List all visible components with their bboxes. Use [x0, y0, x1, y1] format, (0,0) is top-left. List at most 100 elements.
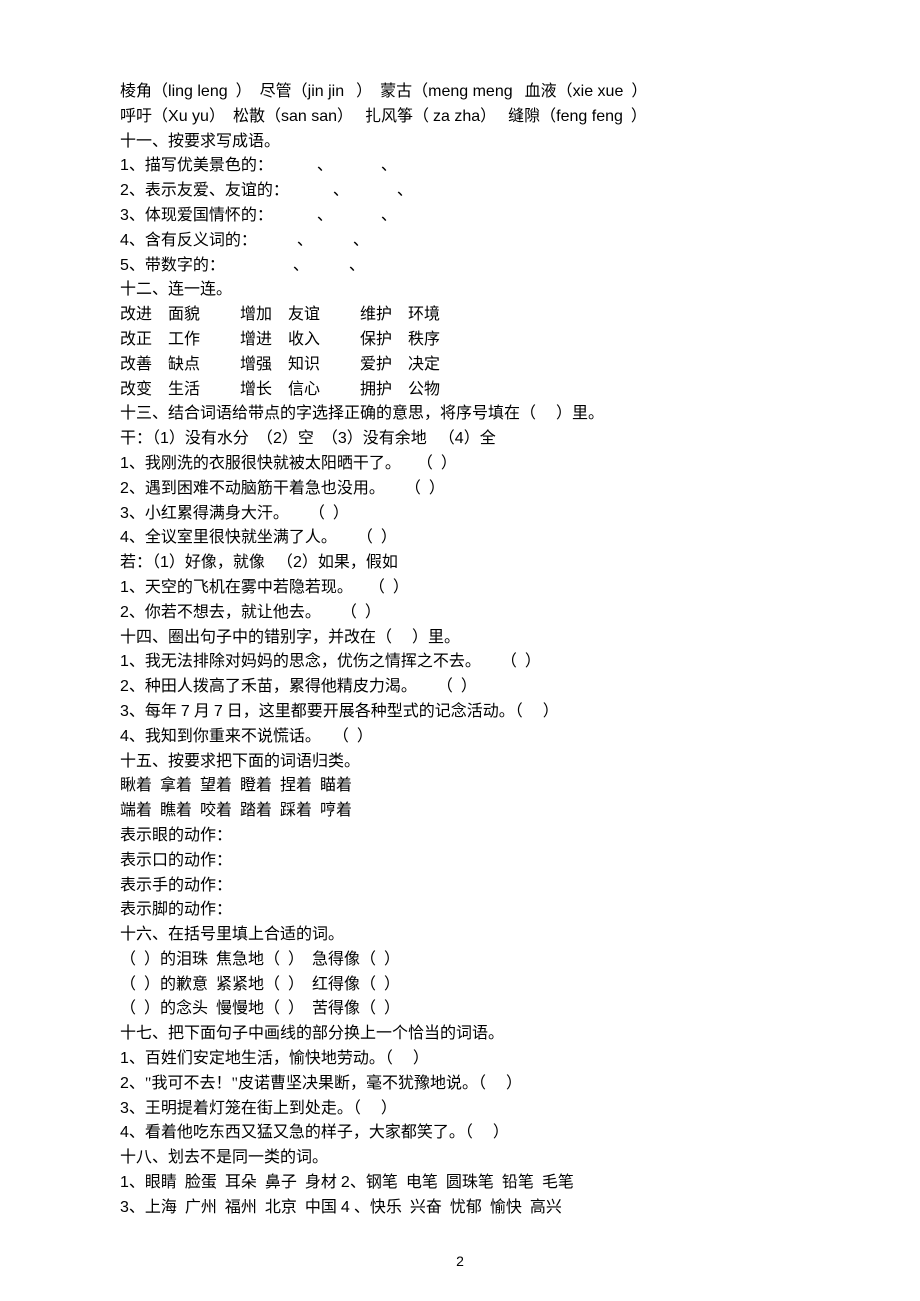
text-line: 棱角（ling leng ） 尽管（jin jin ） 蒙古（meng meng…	[120, 80, 800, 105]
number: 7	[214, 703, 223, 720]
text: 棱角（	[120, 83, 168, 100]
number: 4	[455, 430, 464, 447]
text: 、上海 广州 福州 北京 中国	[129, 1199, 341, 1216]
definition-line: 若：（1）好像，就像 （2）如果，假如	[120, 551, 800, 576]
text: 、遇到困难不动脑筋干着急也没用。 （ ）	[129, 480, 445, 497]
text: ） 尽管（	[228, 83, 308, 100]
text: 、眼睛 脸蛋 耳朵 鼻子 身材	[129, 1174, 341, 1191]
list-item: 2、种田人拨高了禾苗，累得他精皮力渴。 （ ）	[120, 675, 800, 700]
number: 3	[120, 1100, 129, 1117]
text: 、百姓们安定地生活，愉快地劳动。（ ）	[129, 1050, 429, 1067]
number: 1	[160, 430, 169, 447]
number: 1	[120, 1050, 129, 1067]
text: 若：（	[120, 554, 160, 571]
text: 、我刚洗的衣服很快就被太阳晒干了。 （ ）	[129, 455, 457, 472]
text: 月	[190, 703, 214, 720]
list-item: 3、小红累得满身大汗。 （ ）	[120, 502, 800, 527]
number: 1	[120, 455, 129, 472]
list-item: 4、看着他吃东西又猛又急的样子，大家都笑了。（ ）	[120, 1121, 800, 1146]
text: ）全	[464, 430, 496, 447]
text: ）	[623, 108, 647, 125]
section-heading: 十八、划去不是同一类的词。	[120, 1146, 800, 1171]
text: 、钢笔 电笔 圆珠笔 铅笔 毛笔	[350, 1174, 574, 1191]
text: 、天空的飞机在雾中若隐若现。 （ ）	[129, 579, 409, 596]
number: 1	[120, 1174, 129, 1191]
number: 4	[120, 1124, 129, 1141]
list-item: 5、带数字的： 、 、	[120, 254, 800, 279]
text: 、我无法排除对妈妈的思念，优伤之情挥之不去。 （ ）	[129, 653, 541, 670]
text: ）没有余地 （	[347, 430, 455, 447]
list-item: 3、体现爱国情怀的： 、 、	[120, 204, 800, 229]
text: 、描写优美景色的： 、 、	[129, 157, 397, 174]
number: 2	[120, 604, 129, 621]
number: 2	[273, 430, 282, 447]
number: 2	[120, 1075, 129, 1092]
section-heading: 十七、把下面句子中画线的部分换上一个恰当的词语。	[120, 1022, 800, 1047]
text: 、表示友爱、友谊的： 、 、	[129, 182, 413, 199]
definition-line: 干：（1）没有水分 （2）空 （3）没有余地 （4）全	[120, 427, 800, 452]
list-item: 4、含有反义词的： 、 、	[120, 229, 800, 254]
text: 、种田人拨高了禾苗，累得他精皮力渴。 （ ）	[129, 678, 477, 695]
fill-line: （ ）的歉意 紧紧地（ ） 红得像（ ）	[120, 973, 800, 998]
text: ）	[623, 83, 647, 100]
text: ）如果，假如	[302, 554, 398, 571]
number: 3	[120, 207, 129, 224]
text: ）空 （	[282, 430, 338, 447]
number: 4	[120, 232, 129, 249]
number: 1	[120, 579, 129, 596]
pinyin: san san	[281, 108, 337, 125]
pinyin: jin jin	[308, 83, 344, 100]
list-item: 2、表示友爱、友谊的： 、 、	[120, 179, 800, 204]
number: 2	[120, 678, 129, 695]
text: 干：（	[120, 430, 160, 447]
list-item: 1、我刚洗的衣服很快就被太阳晒干了。 （ ）	[120, 452, 800, 477]
list-item: 2、你若不想去，就让他去。 （ ）	[120, 601, 800, 626]
number: 1	[160, 554, 169, 571]
match-row: 改正 工作 增进 收入 保护 秩序	[120, 328, 800, 353]
list-item: 1、天空的飞机在雾中若隐若现。 （ ）	[120, 576, 800, 601]
pinyin: ling leng	[168, 83, 228, 100]
section-heading: 十五、按要求把下面的词语归类。	[120, 750, 800, 775]
number: 4	[120, 529, 129, 546]
category-line: 表示脚的动作：	[120, 898, 800, 923]
list-item: 1、百姓们安定地生活，愉快地劳动。（ ）	[120, 1047, 800, 1072]
word-row: 瞅着 拿着 望着 瞪着 捏着 瞄着	[120, 774, 800, 799]
list-item: 1、眼睛 脸蛋 耳朵 鼻子 身材 2、钢笔 电笔 圆珠笔 铅笔 毛笔	[120, 1171, 800, 1196]
section-heading: 十六、在括号里填上合适的词。	[120, 923, 800, 948]
text: ） 蒙古（	[344, 83, 428, 100]
list-item: 3、上海 广州 福州 北京 中国 4 、快乐 兴奋 忧郁 愉快 高兴	[120, 1196, 800, 1221]
number: 1	[120, 653, 129, 670]
text: 、体现爱国情怀的： 、 、	[129, 207, 397, 224]
pinyin: xie xue	[573, 83, 624, 100]
text: 呼吁（	[120, 108, 168, 125]
section-heading: 十四、圈出句子中的错别字，并改在（ ）里。	[120, 626, 800, 651]
match-row: 改进 面貌 增加 友谊 维护 环境	[120, 303, 800, 328]
number: 2	[293, 554, 302, 571]
number: 3	[120, 505, 129, 522]
number: 4	[120, 728, 129, 745]
category-line: 表示口的动作：	[120, 849, 800, 874]
text-line: 呼吁（Xu yu） 松散（san san） 扎风筝（ za zha） 缝隙（fe…	[120, 105, 800, 130]
text: 、每年	[129, 703, 181, 720]
number: 2	[120, 480, 129, 497]
list-item: 4、我知到你重来不说慌话。 （ ）	[120, 725, 800, 750]
pinyin: meng meng	[428, 83, 513, 100]
text: ） 松散（	[209, 108, 281, 125]
word-row: 端着 瞧着 咬着 踏着 踩着 哼着	[120, 799, 800, 824]
pinyin: za zha	[433, 108, 480, 125]
text: 、小红累得满身大汗。 （ ）	[129, 505, 349, 522]
section-heading: 十一、按要求写成语。	[120, 130, 800, 155]
document-page: 棱角（ling leng ） 尽管（jin jin ） 蒙古（meng meng…	[0, 0, 920, 1301]
text: 、我知到你重来不说慌话。 （ ）	[129, 728, 373, 745]
text: 、你若不想去，就让他去。 （ ）	[129, 604, 381, 621]
fill-line: （ ）的念头 慢慢地（ ） 苦得像（ ）	[120, 997, 800, 1022]
number: 5	[120, 257, 129, 274]
match-row: 改善 缺点 增强 知识 爱护 决定	[120, 353, 800, 378]
list-item: 2、"我可不去！"皮诺曹坚决果断，毫不犹豫地说。（ ）	[120, 1072, 800, 1097]
number: 2	[341, 1174, 350, 1191]
number: 7	[181, 703, 190, 720]
text: 、"我可不去！"皮诺曹坚决果断，毫不犹豫地说。（ ）	[129, 1075, 522, 1092]
text: 、快乐 兴奋 忧郁 愉快 高兴	[350, 1199, 562, 1216]
pinyin: Xu yu	[168, 108, 209, 125]
number: 3	[338, 430, 347, 447]
